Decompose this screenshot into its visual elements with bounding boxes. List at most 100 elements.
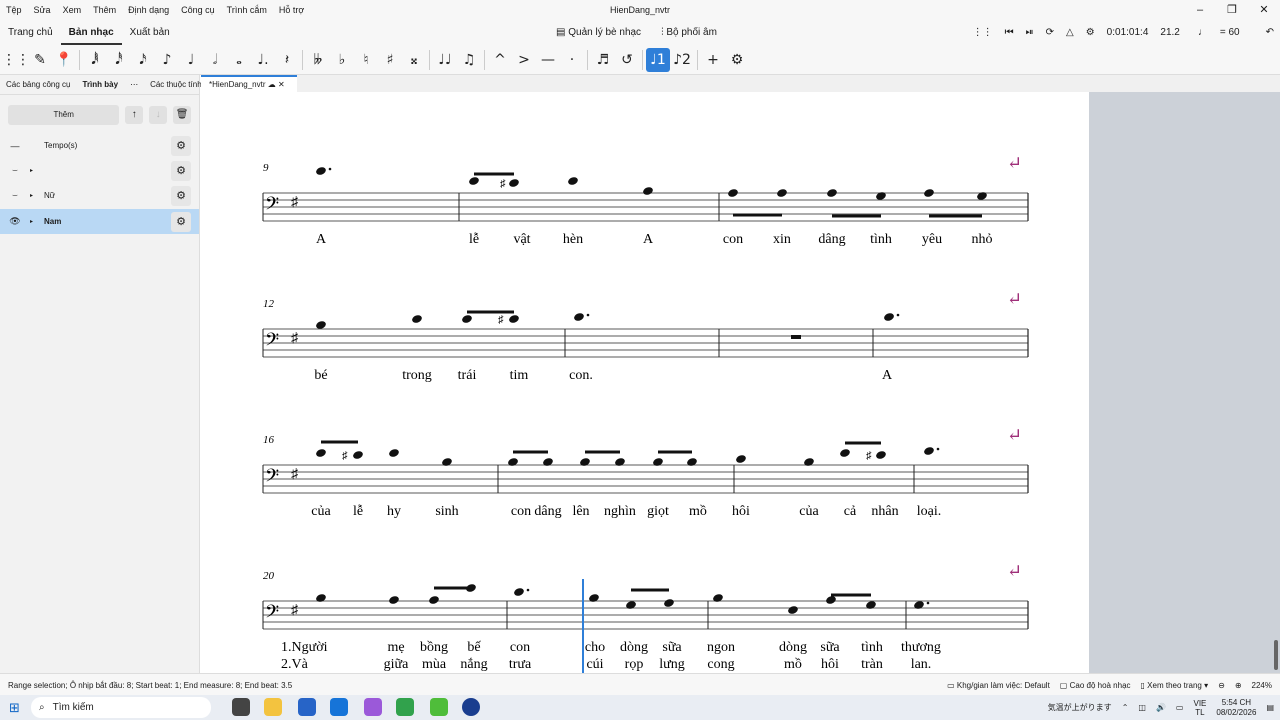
staccato-icon[interactable]: · xyxy=(560,48,584,72)
vertical-scrollbar[interactable] xyxy=(1274,640,1278,670)
loop-icon[interactable]: ⟳ xyxy=(1040,27,1060,38)
beam-icon[interactable]: ♬ xyxy=(591,48,615,72)
taskbar-search[interactable]: ⌕ Tìm kiếm xyxy=(31,697,211,718)
note-quarter-icon[interactable]: ♩ xyxy=(179,48,203,72)
dot-icon[interactable]: ♩. xyxy=(251,48,275,72)
note-whole-icon[interactable]: 𝅝 xyxy=(227,48,251,72)
concert-pitch-button[interactable]: ▢ Cao độ hoà nhạc xyxy=(1060,681,1131,690)
gear-icon[interactable]: ⚙ xyxy=(171,160,191,181)
slur-icon[interactable]: ♫ xyxy=(457,48,481,72)
zoom-in-icon[interactable]: ⊕ xyxy=(1235,681,1242,690)
undo-icon[interactable]: ↶ xyxy=(1260,27,1280,38)
accent-icon[interactable]: > xyxy=(512,48,536,72)
menu-add[interactable]: Thêm xyxy=(87,5,122,15)
delete-icon[interactable]: 🗑 xyxy=(173,106,191,124)
voice-1-icon[interactable]: ♩1 xyxy=(646,47,670,72)
volume-icon[interactable]: 🔊 xyxy=(1156,703,1166,712)
move-up-icon[interactable]: ↑ xyxy=(125,106,144,124)
settings-icon[interactable]: ⚙ xyxy=(725,48,749,72)
marcato-icon[interactable]: ^ xyxy=(488,48,512,72)
score-canvas[interactable]: 𝄢 ♯ 9 ↵ ♯ Alễ vật hèn Acon xin dâng tình yêu nhỏ 𝄢 ♯ 12 ↵… xyxy=(201,92,1089,673)
settings-icon[interactable]: ⚙ xyxy=(1080,27,1101,38)
tenuto-icon[interactable]: — xyxy=(536,48,560,72)
gear-icon[interactable]: ⚙ xyxy=(171,185,191,206)
flip-icon[interactable]: ↺ xyxy=(615,48,639,72)
tab-publish[interactable]: Xuất bản xyxy=(122,20,178,45)
menu-tools[interactable]: Công cụ xyxy=(175,5,221,15)
store-icon[interactable] xyxy=(298,698,316,716)
note-8th-icon[interactable]: ♪ xyxy=(155,48,179,72)
note-half-icon[interactable]: 𝅗𝅥 xyxy=(203,48,227,72)
task-view-icon[interactable] xyxy=(232,698,250,716)
note-64th-icon[interactable]: 𝅘𝅥𝅱 xyxy=(83,48,107,72)
tab-palettes[interactable]: Các bảng công cụ xyxy=(0,75,77,95)
zoom-out-icon[interactable]: ⊖ xyxy=(1218,681,1225,690)
copilot-icon[interactable] xyxy=(364,698,382,716)
language-indicator[interactable]: VIE TL xyxy=(1193,699,1206,717)
double-flat-icon[interactable]: 𝄫 xyxy=(306,48,330,72)
tab-layout[interactable]: Trình bày xyxy=(77,75,125,95)
menu-format[interactable]: Định dạng xyxy=(122,5,175,15)
tab-score[interactable]: Bản nhạc xyxy=(60,20,122,45)
layout-row-instrument[interactable]: ⌣ ▸ ⚙ xyxy=(0,158,199,183)
tab-properties[interactable]: Các thuộc tính xyxy=(144,75,208,95)
more-icon[interactable]: ⋯ xyxy=(124,75,144,95)
menu-file[interactable]: Tệp xyxy=(0,5,28,15)
tab-home[interactable]: Trang chủ xyxy=(0,20,61,45)
app-green-icon[interactable] xyxy=(396,698,414,716)
restore-icon[interactable]: ❐ xyxy=(1216,0,1248,20)
note-16th-icon[interactable]: 𝅘𝅥𝅯 xyxy=(131,48,155,72)
eye-icon[interactable]: 👁 xyxy=(0,216,30,227)
workspace-button[interactable]: ▭ Khg/gian làm việc: Default xyxy=(947,681,1050,690)
close-tab-icon[interactable]: ✕ xyxy=(278,80,285,89)
expand-icon[interactable]: ▸ xyxy=(30,218,44,225)
natural-icon[interactable]: ♮ xyxy=(354,48,378,72)
note-32nd-icon[interactable]: 𝅘𝅥𝅰 xyxy=(107,48,131,72)
view-mode-button[interactable]: ▯ Xem theo trang ▾ xyxy=(1141,681,1209,690)
layout-row-nam[interactable]: 👁 ▸ Nam ⚙ xyxy=(0,209,199,234)
rewind-icon[interactable]: ⏮ xyxy=(999,27,1020,38)
zoom-level[interactable]: 224% xyxy=(1252,681,1272,690)
tempo-display[interactable]: ♩ = 60 xyxy=(1186,27,1252,38)
file-explorer-icon[interactable] xyxy=(264,698,282,716)
expand-icon[interactable]: ▸ xyxy=(30,167,44,174)
add-icon[interactable]: + xyxy=(701,48,725,72)
document-tab[interactable]: *HienDang_nvtr ☁ ✕ xyxy=(201,75,297,92)
eye-closed-icon[interactable]: ⌣ xyxy=(0,190,30,201)
clock[interactable]: 5:54 CH 08/02/2026 xyxy=(1216,698,1256,718)
sharp-icon[interactable]: ♯ xyxy=(378,48,402,72)
menu-help[interactable]: Hỗ trợ xyxy=(273,5,310,15)
windows-start-icon[interactable]: ⊞ xyxy=(9,700,20,716)
menu-edit[interactable]: Sửa xyxy=(28,5,57,15)
app-green2-icon[interactable] xyxy=(430,698,448,716)
minimize-icon[interactable]: – xyxy=(1184,0,1216,20)
battery-icon[interactable]: ▭ xyxy=(1176,703,1184,712)
outlook-icon[interactable] xyxy=(330,698,348,716)
menu-view[interactable]: Xem xyxy=(57,5,88,15)
layout-row-nu[interactable]: ⌣ ▸ Nữ ⚙ xyxy=(0,183,199,208)
gear-icon[interactable]: ⚙ xyxy=(171,211,191,232)
pin-icon[interactable]: 📍 xyxy=(52,48,76,72)
gear-icon[interactable]: ⚙ xyxy=(171,135,191,156)
notification-icon[interactable]: ▤ xyxy=(1266,703,1274,712)
double-sharp-icon[interactable]: 𝄪 xyxy=(402,48,426,72)
close-icon[interactable]: ✕ xyxy=(1248,0,1280,20)
eye-closed-icon[interactable]: ⌣ xyxy=(0,165,30,176)
menu-plugins[interactable]: Trình cắm xyxy=(221,5,273,15)
metronome-icon[interactable]: △ xyxy=(1060,27,1080,38)
add-button[interactable]: Thêm xyxy=(8,105,120,125)
flat-icon[interactable]: ♭ xyxy=(330,48,354,72)
play-icon[interactable]: ⏯ xyxy=(1020,27,1040,38)
tie-icon[interactable]: ♩♩ xyxy=(433,48,457,72)
mixer-button[interactable]: ⫶ Bộ phối âm xyxy=(661,27,717,38)
musescore-icon[interactable] xyxy=(462,698,480,716)
layout-row-tempo[interactable]: — Tempo(s) ⚙ xyxy=(0,133,199,158)
voice-2-icon[interactable]: ♪2 xyxy=(670,48,694,72)
weather-text[interactable]: 気温が上がります xyxy=(1048,702,1112,713)
expand-icon[interactable]: ▸ xyxy=(30,192,44,199)
tray-arrow-icon[interactable]: ⌃ xyxy=(1122,703,1129,712)
rest-icon[interactable]: 𝄽 xyxy=(275,48,299,72)
network-icon[interactable]: ◫ xyxy=(1138,703,1146,712)
score-svg[interactable]: 𝄢 ♯ 9 ↵ ♯ A lễ vật hèn Acon xin dâng tình yêu nhỏ 𝄢 ♯ 12 ↵… xyxy=(201,92,1089,673)
pencil-icon[interactable]: ✎ xyxy=(28,48,52,72)
